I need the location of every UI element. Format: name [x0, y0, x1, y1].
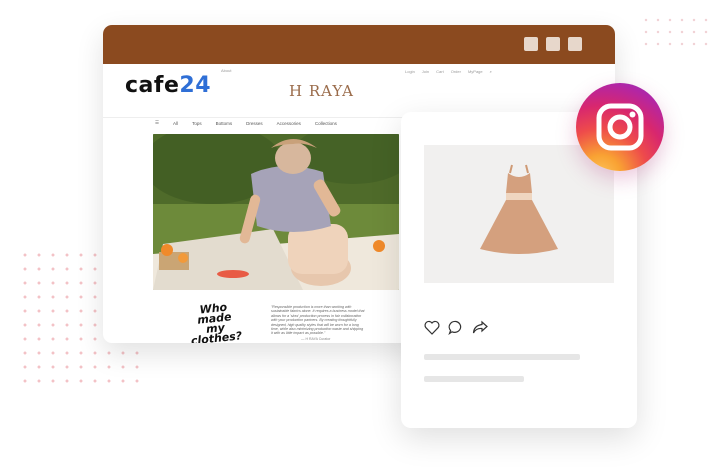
comment-icon[interactable] [448, 320, 464, 335]
menu-item-accessories[interactable]: Accessories [277, 121, 301, 126]
menu-item-tops[interactable]: Tops [192, 121, 202, 126]
heart-icon[interactable] [424, 320, 440, 335]
caption-placeholder-line [424, 354, 580, 360]
hamburger-icon[interactable]: ☰ [155, 120, 159, 126]
store-top-links: Login Join Cart Order MyPage ⌕ [405, 69, 492, 74]
post-actions [424, 320, 488, 335]
quote-source: — H RAYA Curator [301, 337, 331, 341]
close-button[interactable] [568, 37, 582, 51]
maximize-button[interactable] [546, 37, 560, 51]
menu-item-all[interactable]: All [173, 121, 178, 126]
minimize-button[interactable] [524, 37, 538, 51]
top-link-mypage[interactable]: MyPage [468, 69, 483, 74]
top-link-cart[interactable]: Cart [436, 69, 444, 74]
caption-placeholder-line-short [424, 376, 524, 382]
instagram-logo-badge [576, 83, 664, 171]
decorative-dot-grid-top [640, 14, 710, 54]
shop-logo[interactable]: H RAYA [289, 82, 354, 100]
top-link-login[interactable]: Login [405, 69, 415, 74]
instagram-icon [596, 103, 644, 151]
search-icon[interactable]: ⌕ [490, 69, 492, 74]
cafe24-logo[interactable]: cafe24 [125, 73, 211, 98]
share-icon[interactable] [472, 320, 488, 335]
browser-titlebar [103, 25, 615, 64]
brand-quote: "Responsible production is more than wor… [271, 305, 365, 336]
top-link-order[interactable]: Order [451, 69, 461, 74]
menu-item-bottoms[interactable]: Bottoms [216, 121, 233, 126]
book-logo: Who made my clothes? [190, 300, 243, 343]
menu-item-collections[interactable]: Collections [315, 121, 337, 126]
hero-photo [153, 134, 399, 290]
store-menu: ☰ All Tops Bottoms Dresses Accessories C… [155, 120, 337, 126]
menu-item-dresses[interactable]: Dresses [246, 121, 263, 126]
top-link-join[interactable]: Join [422, 69, 429, 74]
utility-link[interactable]: About [221, 68, 231, 73]
